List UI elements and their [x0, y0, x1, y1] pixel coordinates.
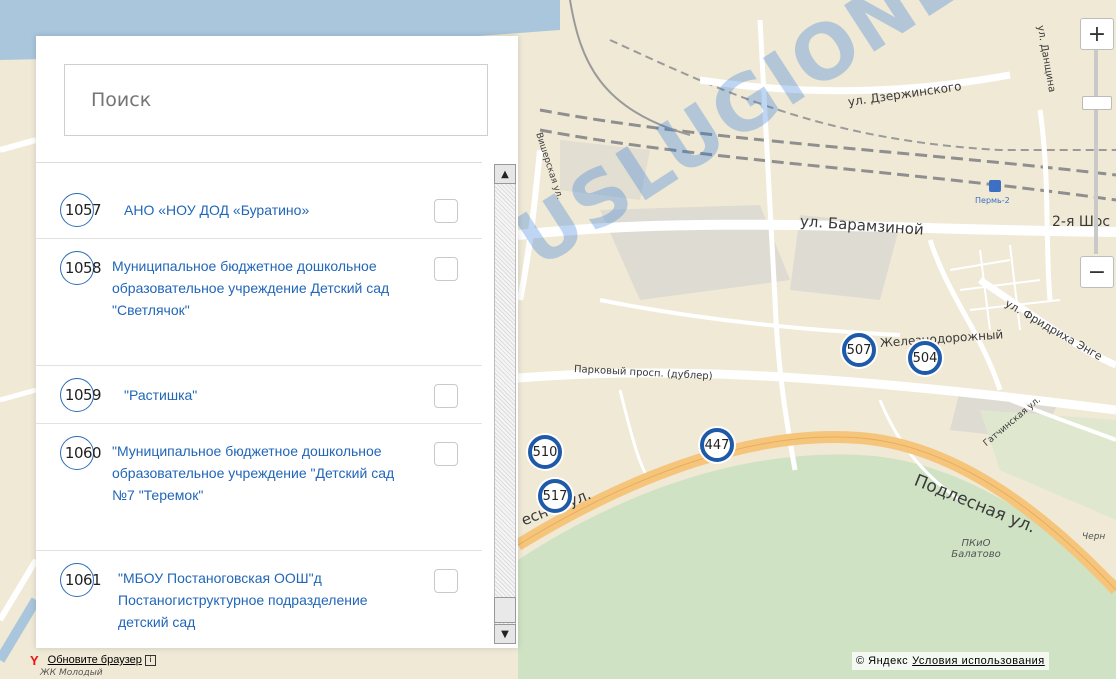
map-cluster-447[interactable]: 447 — [700, 428, 734, 462]
item-checkbox[interactable] — [434, 442, 458, 466]
item-number: 1061 — [64, 571, 102, 589]
yandex-logo-icon: Y — [30, 652, 39, 668]
item-checkbox[interactable] — [434, 384, 458, 408]
list-item[interactable]: 1060 "Муниципальное бюджетное дошкольное… — [36, 424, 482, 551]
terms-of-use-link[interactable]: Условия использования — [912, 655, 1045, 667]
poi-label-perm2: Пермь-2 — [975, 196, 1010, 205]
item-number-badge: 1057 — [60, 193, 102, 227]
scroll-up-arrow-icon[interactable]: ▲ — [494, 164, 516, 184]
list-item[interactable]: 1059 "Растишка" — [36, 366, 482, 424]
map-cluster-517[interactable]: 517 — [538, 479, 572, 513]
copyright-text: © Яндекс — [856, 655, 909, 667]
map-cluster-510[interactable]: 510 — [528, 435, 562, 469]
search-input[interactable] — [64, 64, 488, 136]
list-item[interactable]: 1057 АНО «НОУ ДОД «Буратино» — [36, 181, 482, 239]
update-browser-link[interactable]: Обновите браузер — [48, 654, 142, 666]
item-title-link[interactable]: Муниципальное бюджетное дошкольное образ… — [112, 255, 402, 321]
zoom-in-button[interactable]: + — [1080, 18, 1114, 50]
info-icon[interactable]: i — [144, 654, 156, 666]
train-icon — [989, 180, 1001, 192]
poi-station-perm2: Пермь-2 — [975, 180, 1010, 206]
zoom-slider-handle[interactable] — [1082, 96, 1112, 110]
list-item[interactable]: 1061 "МБОУ Постаноговская ООШ"д Постаног… — [36, 551, 482, 648]
scroll-thumb[interactable] — [494, 597, 516, 623]
item-checkbox[interactable] — [434, 199, 458, 223]
poi-label-chern: Черн — [1082, 532, 1106, 542]
item-title-link[interactable]: "МБОУ Постаноговская ООШ"д Постаногистру… — [118, 567, 408, 633]
results-list[interactable]: 1057 АНО «НОУ ДОД «Буратино» 1058 Муници… — [36, 181, 482, 648]
item-number: 1060 — [64, 444, 102, 462]
item-number: 1059 — [64, 386, 102, 404]
scroll-track[interactable] — [494, 184, 516, 624]
browser-update-bar: Y Обновите браузер i — [30, 650, 156, 670]
item-title-link[interactable]: "Муниципальное бюджетное дошкольное обра… — [112, 440, 402, 506]
item-checkbox[interactable] — [434, 569, 458, 593]
item-number-badge: 1060 — [60, 436, 102, 470]
item-checkbox[interactable] — [434, 257, 458, 281]
item-number: 1058 — [64, 259, 102, 277]
poi-label-balatovo: ПКиО Балатово — [951, 538, 1001, 560]
zoom-out-button[interactable]: − — [1080, 256, 1114, 288]
item-number-badge: 1061 — [60, 563, 102, 597]
item-number-badge: 1059 — [60, 378, 102, 412]
item-number: 1057 — [64, 201, 102, 219]
poi-chern: Черн — [1082, 532, 1105, 542]
item-title-link[interactable]: "Растишка" — [124, 384, 414, 406]
item-number-badge: 1058 — [60, 251, 102, 285]
scroll-down-arrow-icon[interactable]: ▼ — [494, 624, 516, 644]
map-cluster-507[interactable]: 507 — [842, 333, 876, 367]
zoom-slider-track[interactable] — [1094, 50, 1098, 254]
item-title-link[interactable]: АНО «НОУ ДОД «Буратино» — [124, 199, 414, 221]
poi-park-balatovo: ПКиО Балатово — [946, 538, 1006, 560]
search-panel: 1057 АНО «НОУ ДОД «Буратино» 1058 Муници… — [36, 36, 518, 648]
list-item[interactable]: 1058 Муниципальное бюджетное дошкольное … — [36, 239, 482, 366]
list-divider — [36, 162, 482, 163]
list-scrollbar[interactable]: ▲ ▼ — [482, 163, 518, 648]
map-copyright-bar: © Яндекс Условия использования — [852, 652, 1049, 670]
map-cluster-504[interactable]: 504 — [908, 341, 942, 375]
